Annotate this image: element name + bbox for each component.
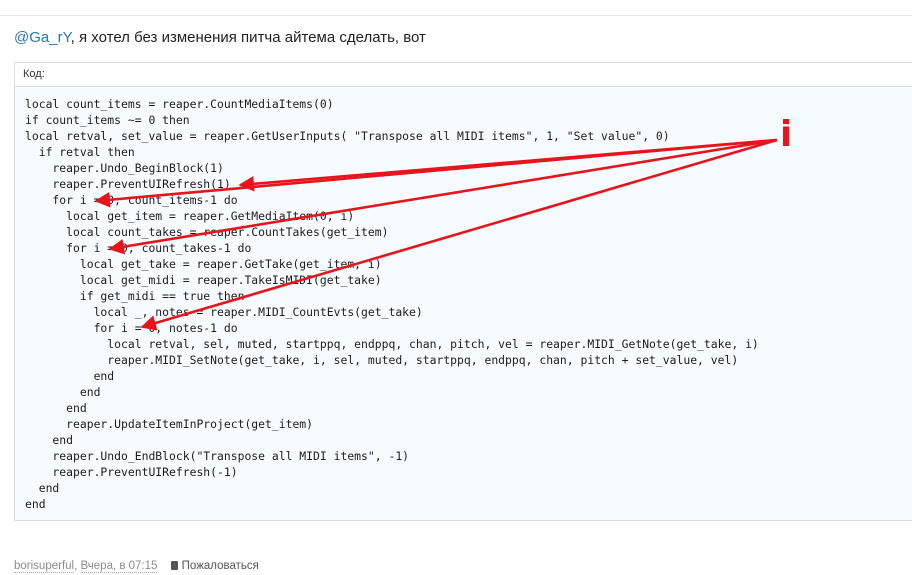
code-line: local get_item = reaper.GetMediaItem(0, … xyxy=(25,209,355,223)
code-line: reaper.MIDI_SetNote(get_take, i, sel, mu… xyxy=(25,353,739,367)
code-line: for i = 0, count_takes-1 do xyxy=(25,241,252,255)
top-divider xyxy=(0,15,912,16)
code-line: reaper.Undo_EndBlock("Transpose all MIDI… xyxy=(25,449,410,463)
code-line: local _, notes = reaper.MIDI_CountEvts(g… xyxy=(25,305,423,319)
post-date-link[interactable]: Вчера, в 07:15 xyxy=(80,560,158,573)
code-body[interactable]: local count_items = reaper.CountMediaIte… xyxy=(15,87,912,512)
flag-icon xyxy=(170,561,178,570)
code-line: local get_take = reaper.GetTake(get_item… xyxy=(25,257,382,271)
code-line: for i = 0, notes-1 do xyxy=(25,321,238,335)
code-line: reaper.PreventUIRefresh(-1) xyxy=(25,465,238,479)
footer-separator: , xyxy=(74,560,78,572)
message-body: , я хотел без изменения питча айтема сде… xyxy=(70,29,426,46)
code-line: local count_takes = reaper.CountTakes(ge… xyxy=(25,225,389,239)
code-line: local retval, sel, muted, startppq, endp… xyxy=(25,337,759,351)
code-line: for i = 0, count_items-1 do xyxy=(25,193,238,207)
message-text: @Ga_rY, я хотел без изменения питча айте… xyxy=(14,29,426,46)
code-block: Код: local count_items = reaper.CountMed… xyxy=(14,62,912,521)
code-line: end xyxy=(25,401,87,415)
code-line: reaper.PreventUIRefresh(1) xyxy=(25,177,231,191)
code-line: end xyxy=(25,369,115,383)
user-mention-link[interactable]: @Ga_rY xyxy=(14,29,71,46)
code-line: end xyxy=(25,497,46,511)
code-line: reaper.UpdateItemInProject(get_item) xyxy=(25,417,314,431)
code-line: local retval, set_value = reaper.GetUser… xyxy=(25,129,670,143)
code-line: if get_midi == true then xyxy=(25,289,245,303)
code-line: local get_midi = reaper.TakeIsMIDI(get_t… xyxy=(25,273,382,287)
author-link[interactable]: borisuperful xyxy=(14,560,75,573)
code-line: end xyxy=(25,481,60,495)
post-footer: borisuperful, Вчера, в 07:15 Пожаловатьс… xyxy=(14,560,259,573)
code-line: local count_items = reaper.CountMediaIte… xyxy=(25,97,334,111)
code-line: end xyxy=(25,385,101,399)
code-line: if count_items ~= 0 then xyxy=(25,113,190,127)
report-button[interactable]: Пожаловаться xyxy=(170,560,259,572)
report-label: Пожаловаться xyxy=(181,560,259,572)
code-line: end xyxy=(25,433,74,447)
code-block-header: Код: xyxy=(15,63,912,87)
code-line: if retval then xyxy=(25,145,135,159)
code-line: reaper.Undo_BeginBlock(1) xyxy=(25,161,224,175)
